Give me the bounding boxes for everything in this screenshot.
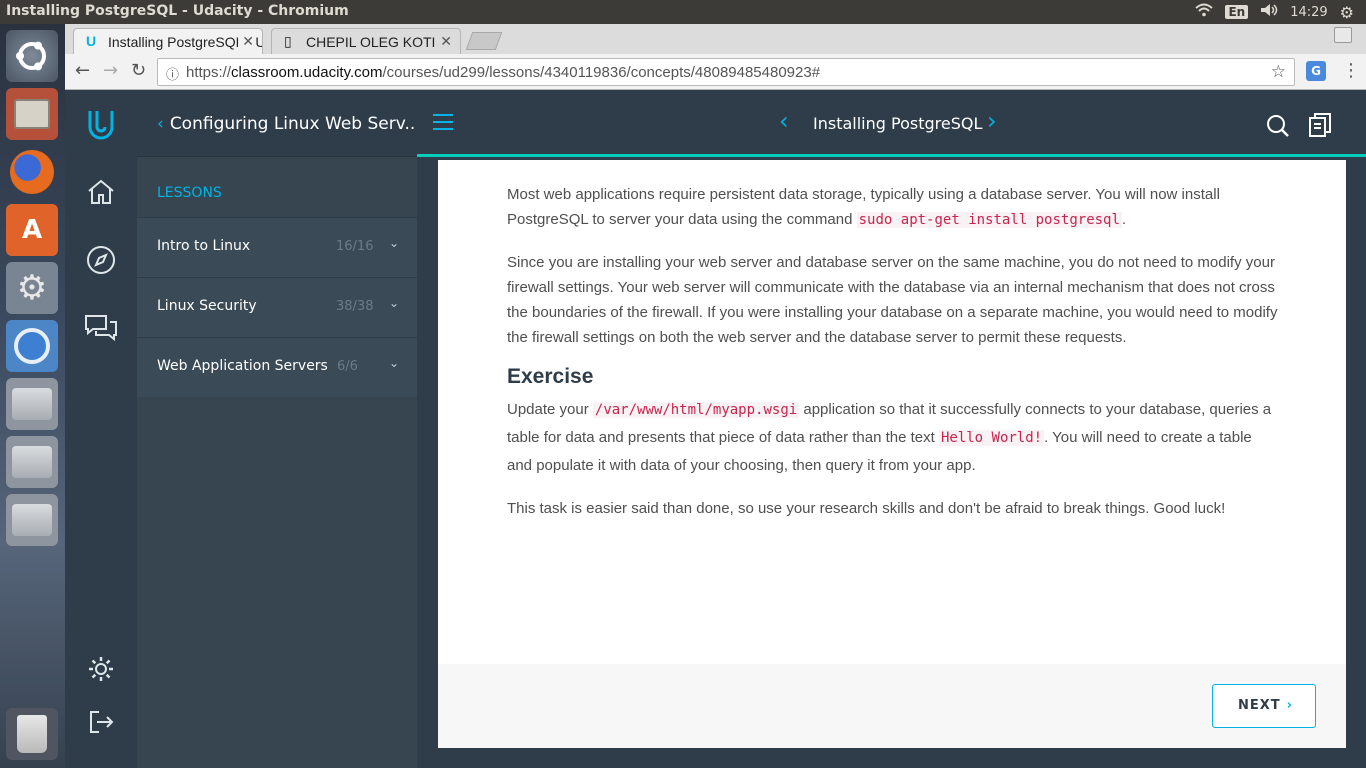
tab-label: CHEPIL OLEG KOTI [306,34,436,50]
address-bar[interactable]: ⓘ https://classroom.udacity.com/courses/… [157,58,1295,86]
google-translate-icon[interactable]: G [1306,61,1326,81]
inline-code: Hello World! [938,430,1045,446]
concept-header: ‹ Installing PostgreSQL › [417,90,1366,157]
page-icon: ▯ [284,33,292,49]
hamburger-menu-icon[interactable] [433,114,453,135]
lesson-item[interactable]: Intro to Linux 16/16 ⌄ [137,217,417,277]
keyboard-layout-indicator[interactable]: En [1225,5,1249,19]
wifi-icon[interactable] [1195,3,1214,21]
paragraph: Since you are installing your web server… [507,254,1278,346]
lesson-progress: 16/16 [336,239,374,254]
chromium-icon[interactable] [6,320,58,372]
paragraph: This task is easier said than done, so u… [507,500,1226,517]
drive-icon[interactable] [6,494,58,546]
lesson-item[interactable]: Web Application Servers 6/6 ⌄ [137,337,417,397]
url-host: classroom.udacity.com [231,64,383,81]
lesson-progress: 6/6 [337,359,358,374]
url-prefix: https:// [186,64,232,81]
url-path: /courses/ud299/lessons/4340119836/concep… [382,64,821,81]
compass-icon[interactable] [83,242,119,278]
home-icon[interactable] [83,174,119,210]
tab-chepil-oleg[interactable]: ▯ CHEPIL OLEG KOTI ✕ [271,28,461,54]
profile-icon[interactable] [1334,27,1352,43]
trash-icon[interactable] [6,708,58,760]
lesson-sidebar: ‹ Configuring Linux Web Serv... LESSONS I… [137,90,421,768]
bookmark-star-icon[interactable]: ☆ [1271,62,1286,82]
reload-button[interactable]: ↻ [131,60,146,81]
files-icon[interactable] [6,88,58,140]
chevron-left-icon: ‹ [157,114,164,134]
next-label: NEXT [1238,698,1281,713]
paragraph: Update your /var/www/html/myapp.wsgi app… [507,396,1279,479]
lesson-progress: 38/38 [336,299,374,314]
chevron-down-icon[interactable]: ⌄ [389,236,399,250]
lessons-heading: LESSONS [157,185,222,201]
icon-rail [65,90,137,768]
window-title: Installing PostgreSQL - Udacity - Chromi… [6,3,349,19]
system-tray: En 14:29 ⚙ [1195,0,1366,24]
text: . [1121,211,1127,228]
inline-code: /var/www/html/myapp.wsgi [592,402,800,418]
lesson-title: Web Application Servers [157,358,328,374]
browser-chrome: U Installing PostgreSQL - Udacity ✕ ▯ CH… [65,24,1366,90]
system-settings-icon[interactable]: ⚙ [6,262,58,314]
power-gear-icon[interactable]: ⚙ [1340,3,1354,22]
volume-icon[interactable] [1260,3,1278,21]
chevron-down-icon[interactable]: ⌄ [389,296,399,310]
back-button[interactable]: ← [75,60,90,81]
notes-icon[interactable] [1308,112,1332,142]
concept-footer: NEXT › [438,664,1346,748]
close-tab-icon[interactable]: ✕ [436,33,452,50]
course-title-back[interactable]: ‹ Configuring Linux Web Serv... [137,90,421,157]
udacity-classroom: ‹ Configuring Linux Web Serv... LESSONS I… [65,90,1366,768]
drive-icon[interactable] [6,436,58,488]
browser-menu-icon[interactable]: ⋮ [1342,60,1360,81]
lesson-title: Intro to Linux [157,238,251,254]
tab-strip: U Installing PostgreSQL - Udacity ✕ ▯ CH… [65,24,1366,54]
chevron-right-icon: › [1286,698,1294,713]
lesson-title: Linux Security [157,298,257,314]
next-button[interactable]: NEXT › [1212,684,1316,728]
tab-installing-postgresql[interactable]: U Installing PostgreSQL - Udacity ✕ [73,28,263,54]
lesson-item[interactable]: Linux Security 38/38 ⌄ [137,277,417,337]
course-title: Configuring Linux Web Serv... [169,114,421,134]
search-icon[interactable] [1266,114,1290,142]
exercise-heading: Exercise [507,365,594,388]
article-body: Most web applications require persistent… [507,182,1279,538]
browser-toolbar: ← → ↻ ⓘ https://classroom.udacity.com/co… [65,54,1366,90]
paragraph: Most web applications require persistent… [507,182,1279,233]
ubuntu-dash-icon[interactable] [6,30,58,82]
inline-code: sudo apt-get install postgresql [856,212,1122,228]
next-concept-icon[interactable]: › [987,107,997,135]
concept-title: Installing PostgreSQL [813,114,983,133]
new-tab-button[interactable] [465,32,503,50]
text: Update your [507,401,593,418]
forward-button[interactable]: → [103,60,118,81]
udacity-icon: U [86,33,97,49]
previous-concept-icon[interactable]: ‹ [779,107,789,135]
close-tab-icon[interactable]: ✕ [238,33,254,50]
clock[interactable]: 14:29 [1290,5,1327,20]
drive-icon[interactable] [6,378,58,430]
chevron-down-icon[interactable]: ⌄ [389,356,399,370]
system-top-bar: Installing PostgreSQL - Udacity - Chromi… [0,0,1366,24]
settings-icon[interactable] [83,651,119,687]
udacity-logo-icon[interactable] [83,106,119,142]
software-center-icon[interactable]: A [6,204,58,256]
concept-content: Most web applications require persistent… [438,160,1346,748]
logout-icon[interactable] [83,704,119,740]
unity-launcher: A ⚙ [0,24,65,768]
firefox-icon[interactable] [6,146,58,198]
chat-icon[interactable] [83,310,119,346]
info-icon[interactable]: ⓘ [166,64,179,83]
